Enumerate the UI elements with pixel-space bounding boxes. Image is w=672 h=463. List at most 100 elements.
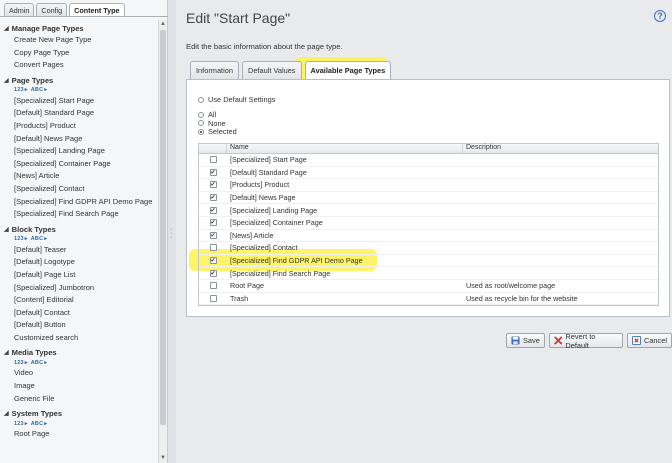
revert-label: Revert to Default	[565, 331, 596, 350]
sort-numeric-icon[interactable]: 123▸	[14, 360, 28, 366]
table-row[interactable]: ✔ [Default] Standard Page	[199, 167, 658, 180]
tree-item[interactable]: [Specialized] Landing Page	[0, 145, 158, 158]
cancel-button[interactable]: Cancel	[626, 333, 672, 348]
page-type-checkbox[interactable]: ✔	[209, 219, 217, 227]
use-default-radio[interactable]	[198, 96, 204, 103]
tree-item[interactable]: Customized search	[0, 332, 158, 345]
collapse-triangle-icon[interactable]: ◢	[4, 226, 9, 233]
tree-item[interactable]: [Default] Teaser	[0, 244, 158, 257]
tree-item[interactable]: [Products] Product	[0, 120, 158, 133]
row-check-cell	[199, 293, 227, 305]
section-media-types[interactable]: ◢ Media Types	[0, 347, 158, 358]
page-type-checkbox[interactable]: ✔	[209, 269, 217, 277]
table-row[interactable]: Trash Used as recycle bin for the website	[199, 293, 658, 306]
tree-item[interactable]: [Default] Logotype	[0, 256, 158, 269]
collapse-triangle-icon[interactable]: ◢	[4, 410, 9, 417]
sort-numeric-icon[interactable]: 123▸	[14, 236, 28, 242]
pane-splitter[interactable]: · · ·	[168, 0, 176, 463]
page-type-checkbox[interactable]: ✔	[209, 194, 217, 202]
tree-item[interactable]: [Specialized] Start Page	[0, 95, 158, 108]
sort-numeric-icon[interactable]: 123▸	[14, 87, 28, 93]
mode-radio[interactable]	[198, 111, 204, 118]
scroll-up-arrow-icon[interactable]: ▲	[159, 20, 167, 29]
tree-item[interactable]: Image	[0, 380, 158, 393]
tree-item[interactable]: Copy Page Type	[0, 47, 158, 60]
mode-option-selected[interactable]: Selected	[198, 127, 237, 136]
action-buttons: Save Revert to Default Cancel	[506, 331, 672, 350]
sort-alpha-icon[interactable]: ABC▸	[31, 360, 48, 366]
help-icon[interactable]: ?	[654, 10, 666, 22]
tab-information[interactable]: Information	[190, 61, 239, 79]
row-name: Root Page	[230, 281, 264, 291]
tree-item[interactable]: Video	[0, 367, 158, 380]
section-title: Media Types	[11, 348, 57, 358]
scroll-down-arrow-icon[interactable]: ▼	[159, 454, 167, 463]
left-scrollbar[interactable]: ▲ ▼	[158, 20, 167, 463]
table-row[interactable]: ✔ [Products] Product	[199, 179, 658, 192]
row-check-cell: ✔	[199, 230, 227, 242]
tab-available-page-types[interactable]: Available Page Types	[304, 61, 392, 79]
section-manage-page-types[interactable]: ◢ Manage Page Types	[0, 23, 158, 34]
table-row[interactable]: ✔ [Specialized] Landing Page	[199, 204, 658, 217]
table-row[interactable]: ✔ [Specialized] Find Search Page	[199, 267, 658, 280]
sort-alpha-icon[interactable]: ABC▸	[31, 236, 48, 242]
page-type-checkbox[interactable]: ✔	[209, 206, 217, 214]
grid-header-name[interactable]: Name	[227, 144, 463, 153]
sort-numeric-icon[interactable]: 123▸	[14, 421, 28, 427]
table-row[interactable]: [Specialized] Contact	[199, 242, 658, 255]
page-type-checkbox[interactable]: ✔	[209, 168, 217, 176]
available-page-types-panel: Use Default Settings All None Selected Nam…	[186, 79, 670, 317]
sort-alpha-icon[interactable]: ABC▸	[31, 87, 48, 93]
save-button[interactable]: Save	[506, 333, 545, 348]
tree-item[interactable]: [Default] News Page	[0, 133, 158, 146]
tree-item[interactable]: [Specialized] Find Search Page	[0, 208, 158, 221]
tree-item[interactable]: [Default] Contact	[0, 307, 158, 320]
section-page-types[interactable]: ◢ Page Types	[0, 75, 158, 86]
grid-header-description[interactable]: Description	[463, 144, 658, 153]
page-type-checkbox[interactable]: ✔	[209, 231, 217, 239]
scrollbar-thumb[interactable]	[160, 30, 166, 425]
table-row[interactable]: Root Page Used as root/welcome page	[199, 280, 658, 293]
left-tab-content-type[interactable]: Content Type	[69, 3, 125, 17]
tree-item[interactable]: [Specialized] Find GDPR API Demo Page	[0, 196, 158, 209]
mode-radio[interactable]	[198, 128, 204, 135]
tab-default-values[interactable]: Default Values	[241, 61, 302, 79]
sort-alpha-icon[interactable]: ABC▸	[31, 421, 48, 427]
mode-radio[interactable]	[198, 120, 204, 127]
table-row[interactable]: ✔ [Specialized] Container Page	[199, 217, 658, 230]
use-default-settings-option[interactable]: Use Default Settings	[198, 95, 275, 104]
page-type-checkbox[interactable]	[209, 294, 217, 302]
table-row[interactable]: [Specialized] Start Page	[199, 154, 658, 167]
tree-item[interactable]: Generic File	[0, 393, 158, 406]
page-type-checkbox[interactable]	[209, 156, 217, 164]
page-type-checkbox[interactable]	[209, 244, 217, 252]
section-system-types[interactable]: ◢ System Types	[0, 408, 158, 419]
tree-item[interactable]: Root Page	[0, 428, 158, 441]
tree-item[interactable]: [News] Article	[0, 170, 158, 183]
left-tab-admin[interactable]: Admin	[4, 3, 35, 17]
tree-item[interactable]: [Specialized] Contact	[0, 183, 158, 196]
tree-item[interactable]: [Default] Button	[0, 319, 158, 332]
table-row[interactable]: ✔ [Specialized] Find GDPR API Demo Page	[199, 255, 658, 268]
tree-item[interactable]: [Default] Standard Page	[0, 107, 158, 120]
collapse-triangle-icon[interactable]: ◢	[4, 25, 9, 32]
section-block-types[interactable]: ◢ Block Types	[0, 224, 158, 235]
tree-item[interactable]: [Specialized] Container Page	[0, 158, 158, 171]
table-row[interactable]: ✔ [Default] News Page	[199, 192, 658, 205]
tree-item[interactable]: Create New Page Type	[0, 34, 158, 47]
collapse-triangle-icon[interactable]: ◢	[4, 77, 9, 84]
collapse-triangle-icon[interactable]: ◢	[4, 349, 9, 356]
grid-body: [Specialized] Start Page ✔ [Default] Stand…	[199, 154, 658, 306]
left-tab-config[interactable]: Config	[36, 3, 68, 17]
cancel-label: Cancel	[643, 336, 667, 345]
tree-item[interactable]: [Specialized] Jumbotron	[0, 282, 158, 295]
table-row[interactable]: ✔ [News] Article	[199, 230, 658, 243]
splitter-grip-icon[interactable]: · · ·	[170, 226, 172, 241]
tree-item[interactable]: [Content] Editorial	[0, 294, 158, 307]
tree-item[interactable]: [Default] Page List	[0, 269, 158, 282]
tree-item[interactable]: Convert Pages	[0, 59, 158, 72]
page-type-checkbox[interactable]: ✔	[209, 181, 217, 189]
page-type-checkbox[interactable]: ✔	[209, 257, 217, 265]
revert-to-default-button[interactable]: Revert to Default	[548, 331, 623, 350]
page-type-checkbox[interactable]	[209, 282, 217, 290]
